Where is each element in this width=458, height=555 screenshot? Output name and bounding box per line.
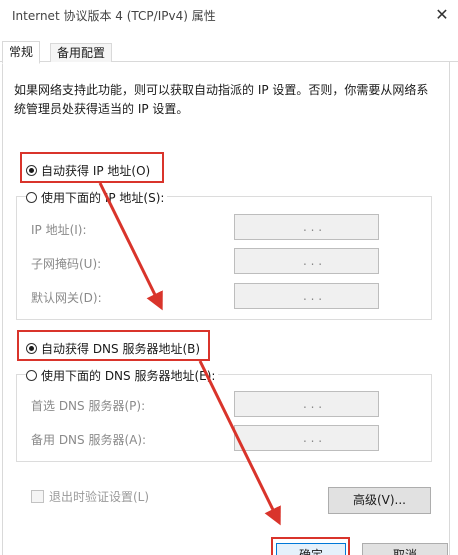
arrow-to-ok-button [198, 360, 281, 526]
arrow-to-dns-option [98, 182, 163, 311]
annotation-arrows [98, 182, 281, 526]
tab-general[interactable]: 常规 [2, 41, 41, 64]
